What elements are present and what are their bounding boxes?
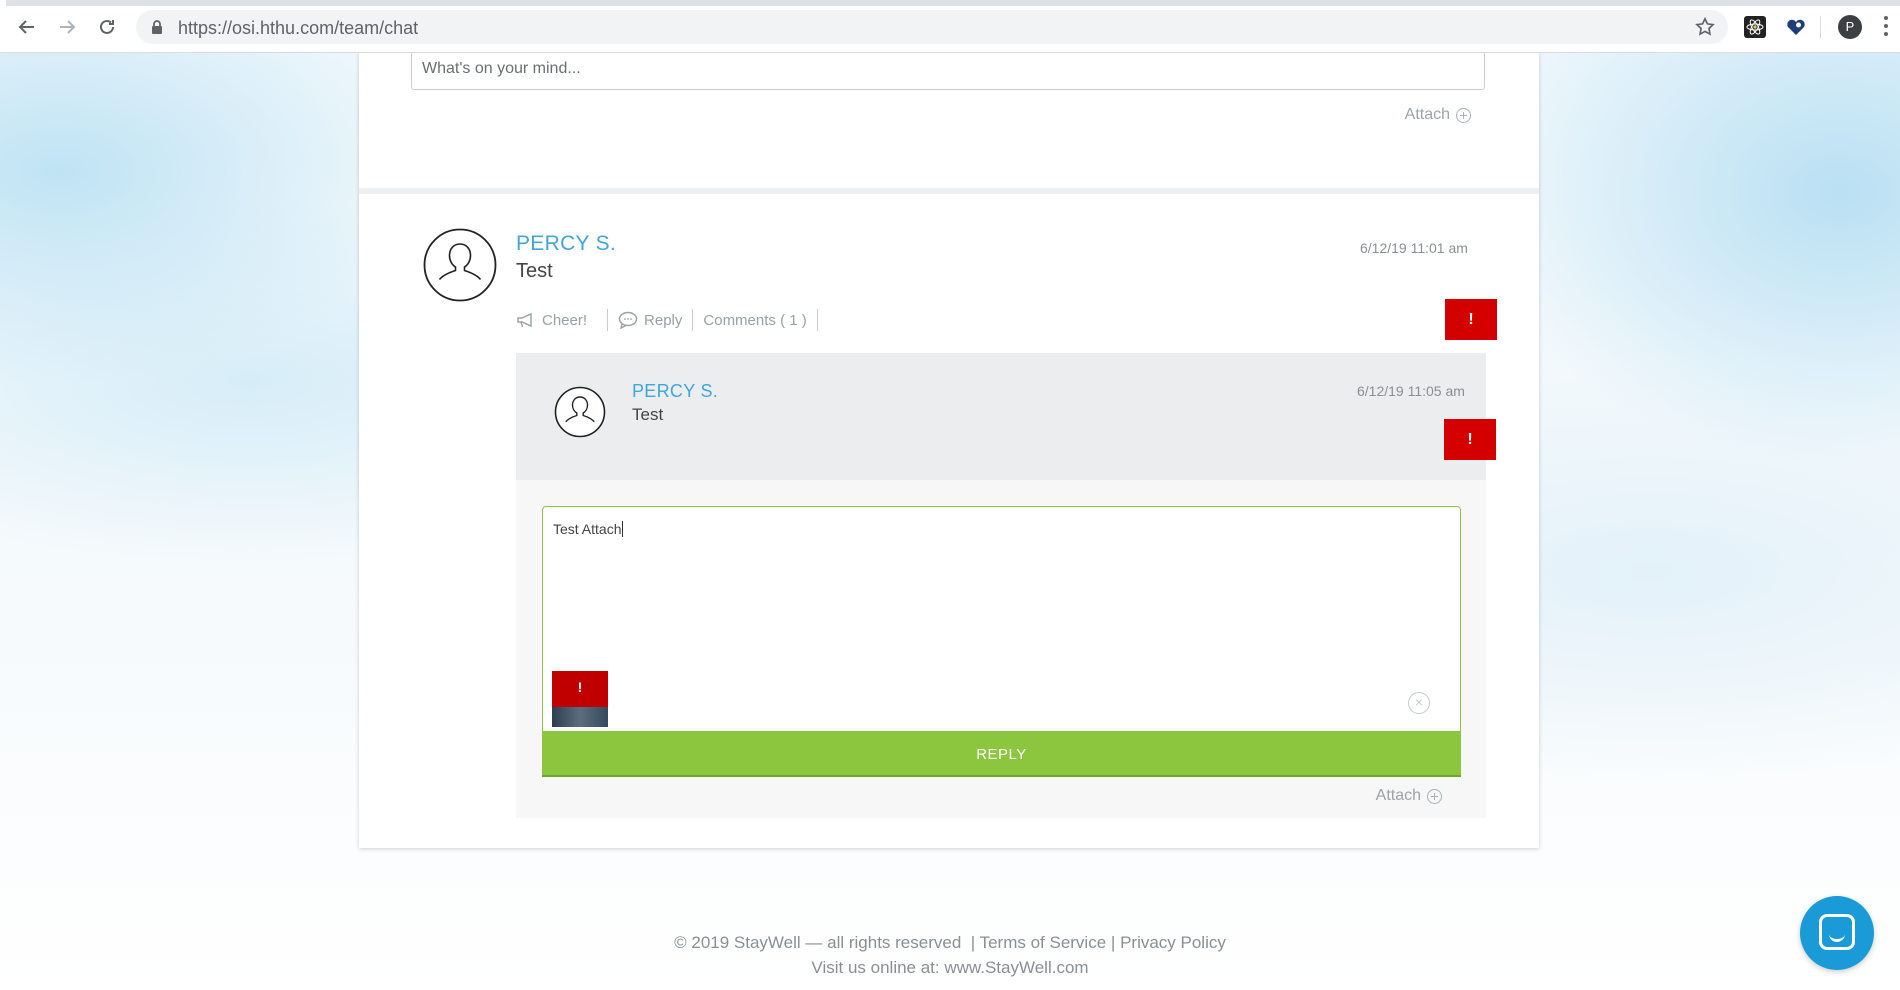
reply-author[interactable]: PERCY S. <box>632 381 718 402</box>
action-separator <box>816 309 818 331</box>
post-body: Test <box>516 260 553 282</box>
extension-react-icon[interactable] <box>1744 16 1766 38</box>
page-footer: © 2019 StayWell — all rights reserved | … <box>0 933 1900 978</box>
reply-textarea[interactable]: Test Attach ! × <box>542 506 1461 732</box>
reply-link[interactable]: Reply <box>608 311 692 329</box>
attach-button-bottom[interactable]: Attach <box>1376 787 1442 805</box>
post-actions: Cheer! Reply Comments ( 1 ) <box>516 308 818 332</box>
address-bar[interactable]: https://osi.hthu.com/team/chat <box>136 10 1728 44</box>
user-avatar-icon <box>554 386 606 438</box>
attachment-thumbnail[interactable]: ! <box>552 671 608 727</box>
back-button[interactable] <box>14 14 40 40</box>
footer-line-1: © 2019 StayWell — all rights reserved | … <box>0 933 1900 953</box>
reply-body: Test <box>632 405 664 424</box>
post-timestamp: 6/12/19 11:01 am <box>1360 240 1468 256</box>
terms-link[interactable]: Terms of Service <box>980 933 1107 952</box>
report-post-button[interactable]: ! <box>1445 299 1497 340</box>
text-caret <box>622 521 624 537</box>
reply-timestamp: 6/12/19 11:05 am <box>1357 383 1465 399</box>
privacy-link[interactable]: Privacy Policy <box>1120 933 1226 952</box>
reload-button[interactable] <box>94 14 120 40</box>
remove-attachment-close-icon[interactable]: × <box>1408 692 1430 714</box>
copyright-text: © 2019 StayWell — all rights reserved <box>674 933 962 952</box>
plus-circle-icon <box>1456 107 1471 123</box>
reply-textarea-value: Test Attach <box>553 521 624 537</box>
attach-label: Attach <box>1404 106 1450 123</box>
lock-icon <box>152 20 162 34</box>
footer-visit-text[interactable]: Visit us online at: www.StayWell.com <box>0 958 1900 978</box>
browser-toolbar: https://osi.hthu.com/team/chat P <box>0 0 1900 53</box>
url-text: https://osi.hthu.com/team/chat <box>178 18 419 38</box>
attach-button-top[interactable]: Attach <box>1405 106 1471 124</box>
reload-icon <box>100 19 114 34</box>
chat-bubble-icon <box>1819 914 1855 950</box>
post-author[interactable]: PERCY S. <box>516 232 616 256</box>
thumbnail-image <box>552 707 608 727</box>
forward-arrow-icon <box>60 20 76 34</box>
reply-submit-button[interactable]: REPLY <box>542 732 1461 777</box>
section-divider <box>359 188 1539 194</box>
attach-label: Attach <box>1375 787 1421 804</box>
cheer-button[interactable]: Cheer! <box>516 312 597 329</box>
chat-card: What's on your mind... Attach PERCY S. T… <box>359 52 1539 848</box>
back-arrow-icon <box>18 20 34 34</box>
reply-composer-section: Test Attach ! × REPLY Attach <box>516 480 1486 818</box>
cheer-label: Cheer! <box>542 311 588 329</box>
browser-menu-icon[interactable] <box>1884 16 1890 40</box>
comments-label: Comments ( 1 ) <box>703 311 807 329</box>
toolbar-separator <box>1820 16 1821 38</box>
report-reply-button[interactable]: ! <box>1444 419 1496 460</box>
footer-separator: | <box>966 933 976 952</box>
extension-heart-icon[interactable] <box>1785 16 1807 38</box>
profile-avatar[interactable]: P <box>1838 15 1862 39</box>
tab-strip <box>0 0 1900 6</box>
reply-label: Reply <box>644 311 683 329</box>
user-avatar-icon <box>423 228 497 302</box>
forward-button[interactable] <box>54 14 80 40</box>
plus-circle-icon <box>1427 788 1442 804</box>
bookmark-star-icon[interactable] <box>1694 16 1716 38</box>
thumbnail-flag: ! <box>577 679 583 695</box>
speech-bubble-icon <box>618 311 638 329</box>
comments-link[interactable]: Comments ( 1 ) <box>693 312 816 329</box>
support-chat-button[interactable] <box>1800 896 1874 970</box>
new-post-input[interactable]: What's on your mind... <box>411 52 1485 90</box>
footer-separator: | <box>1110 933 1116 952</box>
megaphone-icon <box>517 312 532 328</box>
reply-item: PERCY S. Test 6/12/19 11:05 am <box>516 353 1486 480</box>
